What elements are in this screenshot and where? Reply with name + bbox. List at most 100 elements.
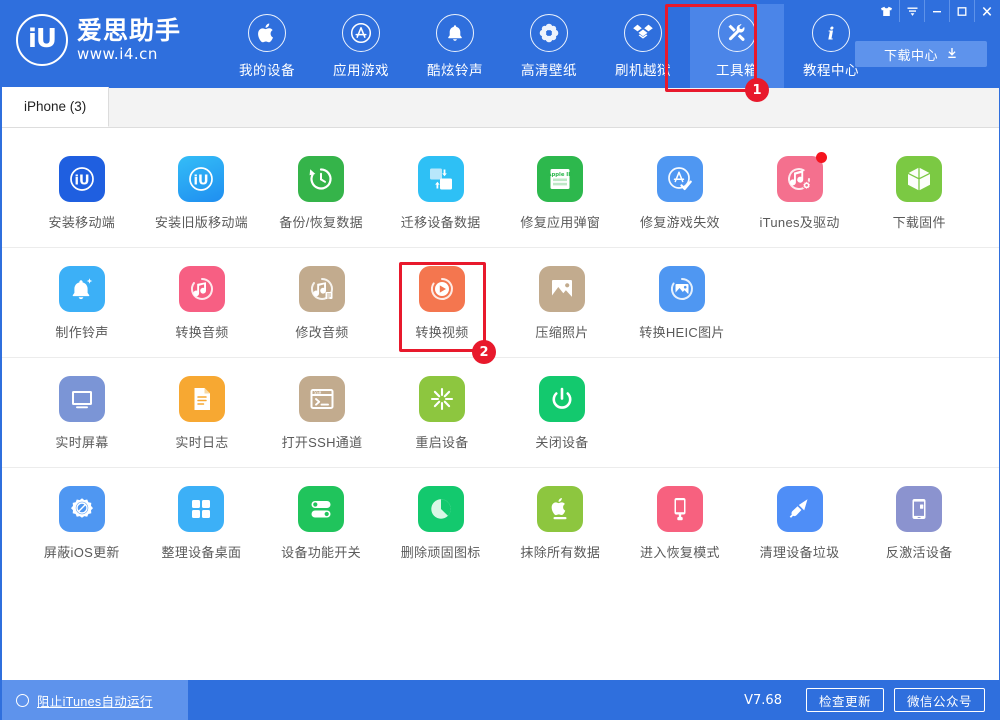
tool-cell-migrate-data[interactable]: 迁移设备数据 [381, 138, 501, 247]
nav-item-apps-games[interactable]: 应用游戏 [314, 4, 408, 88]
app-window: iU 爱思助手 www.i4.cn 我的设备 [0, 0, 1000, 720]
convert-heic-icon [659, 266, 705, 312]
tool-label: 修复应用弹窗 [520, 212, 600, 231]
nav-label: 我的设备 [239, 59, 295, 79]
tool-cell-install-old-mobile[interactable]: iU 安装旧版移动端 [142, 138, 262, 247]
live-screen-icon [59, 376, 105, 422]
tool-label: 实时屏幕 [55, 432, 108, 451]
tool-label: 备份/恢复数据 [279, 212, 363, 231]
check-update-button[interactable]: 检查更新 [806, 688, 884, 712]
main-nav: 我的设备 应用游戏 酷炫铃声 [220, 4, 878, 88]
tab-iphone[interactable]: iPhone (3) [2, 87, 109, 127]
tool-cell-arrange-desktop[interactable]: 整理设备桌面 [142, 468, 262, 578]
clean-junk-icon [777, 486, 823, 532]
download-center-button[interactable]: 下载中心 [855, 41, 987, 67]
tool-label: 删除顽固图标 [401, 542, 481, 561]
flower-icon [530, 14, 568, 52]
tool-label: 屏蔽iOS更新 [44, 542, 120, 561]
feature-toggle-icon [298, 486, 344, 532]
annotation-badge-2: 2 [472, 340, 496, 364]
tool-cell-feature-toggle[interactable]: 设备功能开关 [261, 468, 381, 578]
remove-icon-icon [418, 486, 464, 532]
tool-cell-edit-audio[interactable]: 修改音频 [262, 248, 382, 357]
tool-grid-row: 屏蔽iOS更新 整理设备桌面 [2, 468, 999, 578]
nav-item-toolbox[interactable]: 工具箱 [690, 4, 784, 88]
tool-label: 重启设备 [415, 432, 468, 451]
tool-cell-shutdown-device[interactable]: 关闭设备 [502, 358, 622, 467]
tool-label: 修改音频 [295, 322, 348, 341]
bell-icon [436, 14, 474, 52]
tool-cell-install-mobile[interactable]: iU 安装移动端 [22, 138, 142, 247]
notification-badge-dot [816, 152, 827, 163]
nav-item-flash-jailbreak[interactable]: 刷机越狱 [596, 4, 690, 88]
minimize-icon[interactable] [924, 0, 949, 22]
tool-label: 打开SSH通道 [282, 432, 363, 451]
tool-cell-itunes-driver[interactable]: iTunes及驱动 [740, 138, 860, 247]
block-itunes-label[interactable]: 阻止iTunes自动运行 [37, 691, 153, 710]
menu-icon[interactable] [899, 0, 924, 22]
block-ios-update-icon [59, 486, 105, 532]
tool-cell-block-ios-update[interactable]: 屏蔽iOS更新 [22, 468, 142, 578]
app-header: iU 爱思助手 www.i4.cn 我的设备 [2, 0, 999, 88]
tool-cell-live-screen[interactable]: 实时屏幕 [22, 358, 142, 467]
apple-icon [248, 14, 286, 52]
tool-cell-convert-heic[interactable]: 转换HEIC图片 [622, 248, 742, 357]
skin-icon[interactable] [874, 0, 899, 22]
brand-name: 爱思助手 [77, 18, 181, 45]
version-label: V7.68 [744, 693, 782, 708]
nav-label: 刷机越狱 [615, 59, 671, 79]
svg-text:iU: iU [74, 174, 89, 189]
tool-cell-erase-all-data[interactable]: 抹除所有数据 [501, 468, 621, 578]
tool-cell-clean-junk[interactable]: 清理设备垃圾 [740, 468, 860, 578]
nav-item-ringtones[interactable]: 酷炫铃声 [408, 4, 502, 88]
logo-glyph: iU [28, 24, 56, 54]
tool-label: 制作铃声 [55, 322, 108, 341]
block-itunes-toggle[interactable]: 阻止iTunes自动运行 [2, 680, 188, 720]
tool-cell-convert-audio[interactable]: 转换音频 [142, 248, 262, 357]
tool-cell-remove-stubborn-icon[interactable]: 删除顽固图标 [381, 468, 501, 578]
tool-label: 安装旧版移动端 [155, 212, 248, 231]
tool-cell-download-firmware[interactable]: 下载固件 [859, 138, 979, 247]
tool-label: 关闭设备 [535, 432, 588, 451]
nav-item-wallpapers[interactable]: 高清壁纸 [502, 4, 596, 88]
tool-cell-recovery-mode[interactable]: 进入恢复模式 [620, 468, 740, 578]
tool-cell-open-ssh[interactable]: SSH 打开SSH通道 [262, 358, 382, 467]
convert-video-icon [419, 266, 465, 312]
tool-label: 进入恢复模式 [640, 542, 720, 561]
svg-text:Apple ID: Apple ID [548, 172, 574, 178]
tool-label: 整理设备桌面 [162, 542, 242, 561]
tab-label: iPhone (3) [24, 99, 86, 114]
nav-label: 高清壁纸 [521, 59, 577, 79]
svg-text:i: i [828, 25, 834, 45]
tool-label: 安装移动端 [49, 212, 116, 231]
tool-label: 实时日志 [175, 432, 228, 451]
tool-cell-backup-restore[interactable]: 备份/恢复数据 [261, 138, 381, 247]
tool-cell-reboot-device[interactable]: 重启设备 [382, 358, 502, 467]
status-bar: 阻止iTunes自动运行 V7.68 检查更新 微信公众号 [2, 680, 999, 720]
maximize-icon[interactable] [949, 0, 974, 22]
close-icon[interactable] [974, 0, 999, 22]
appleid-fix-icon: Apple ID [537, 156, 583, 202]
tool-cell-live-log[interactable]: 实时日志 [142, 358, 262, 467]
brand-text: 爱思助手 www.i4.cn [77, 18, 181, 63]
itunes-driver-icon [777, 156, 823, 202]
tool-grid-row: 实时屏幕 实时日志 SSH [2, 358, 999, 468]
window-controls [874, 0, 999, 22]
convert-audio-icon [179, 266, 225, 312]
status-bar-right: V7.68 检查更新 微信公众号 [744, 688, 999, 712]
radio-icon[interactable] [16, 694, 29, 707]
tool-cell-fix-game[interactable]: 修复游戏失效 [620, 138, 740, 247]
make-ringtone-icon [59, 266, 105, 312]
tool-cell-make-ringtone[interactable]: 制作铃声 [22, 248, 142, 357]
tool-cell-fix-app-popup[interactable]: Apple ID 修复应用弹窗 [501, 138, 621, 247]
appstore-icon [342, 14, 380, 52]
ssh-tunnel-icon: SSH [299, 376, 345, 422]
nav-item-my-device[interactable]: 我的设备 [220, 4, 314, 88]
i4-logo-icon: iU [16, 14, 68, 66]
tool-cell-deactivate-device[interactable]: 反激活设备 [859, 468, 979, 578]
wechat-official-button[interactable]: 微信公众号 [894, 688, 985, 712]
compress-photo-icon [539, 266, 585, 312]
tool-label: 清理设备垃圾 [760, 542, 840, 561]
tool-cell-compress-photo[interactable]: 压缩照片 [502, 248, 622, 357]
reboot-device-icon [419, 376, 465, 422]
